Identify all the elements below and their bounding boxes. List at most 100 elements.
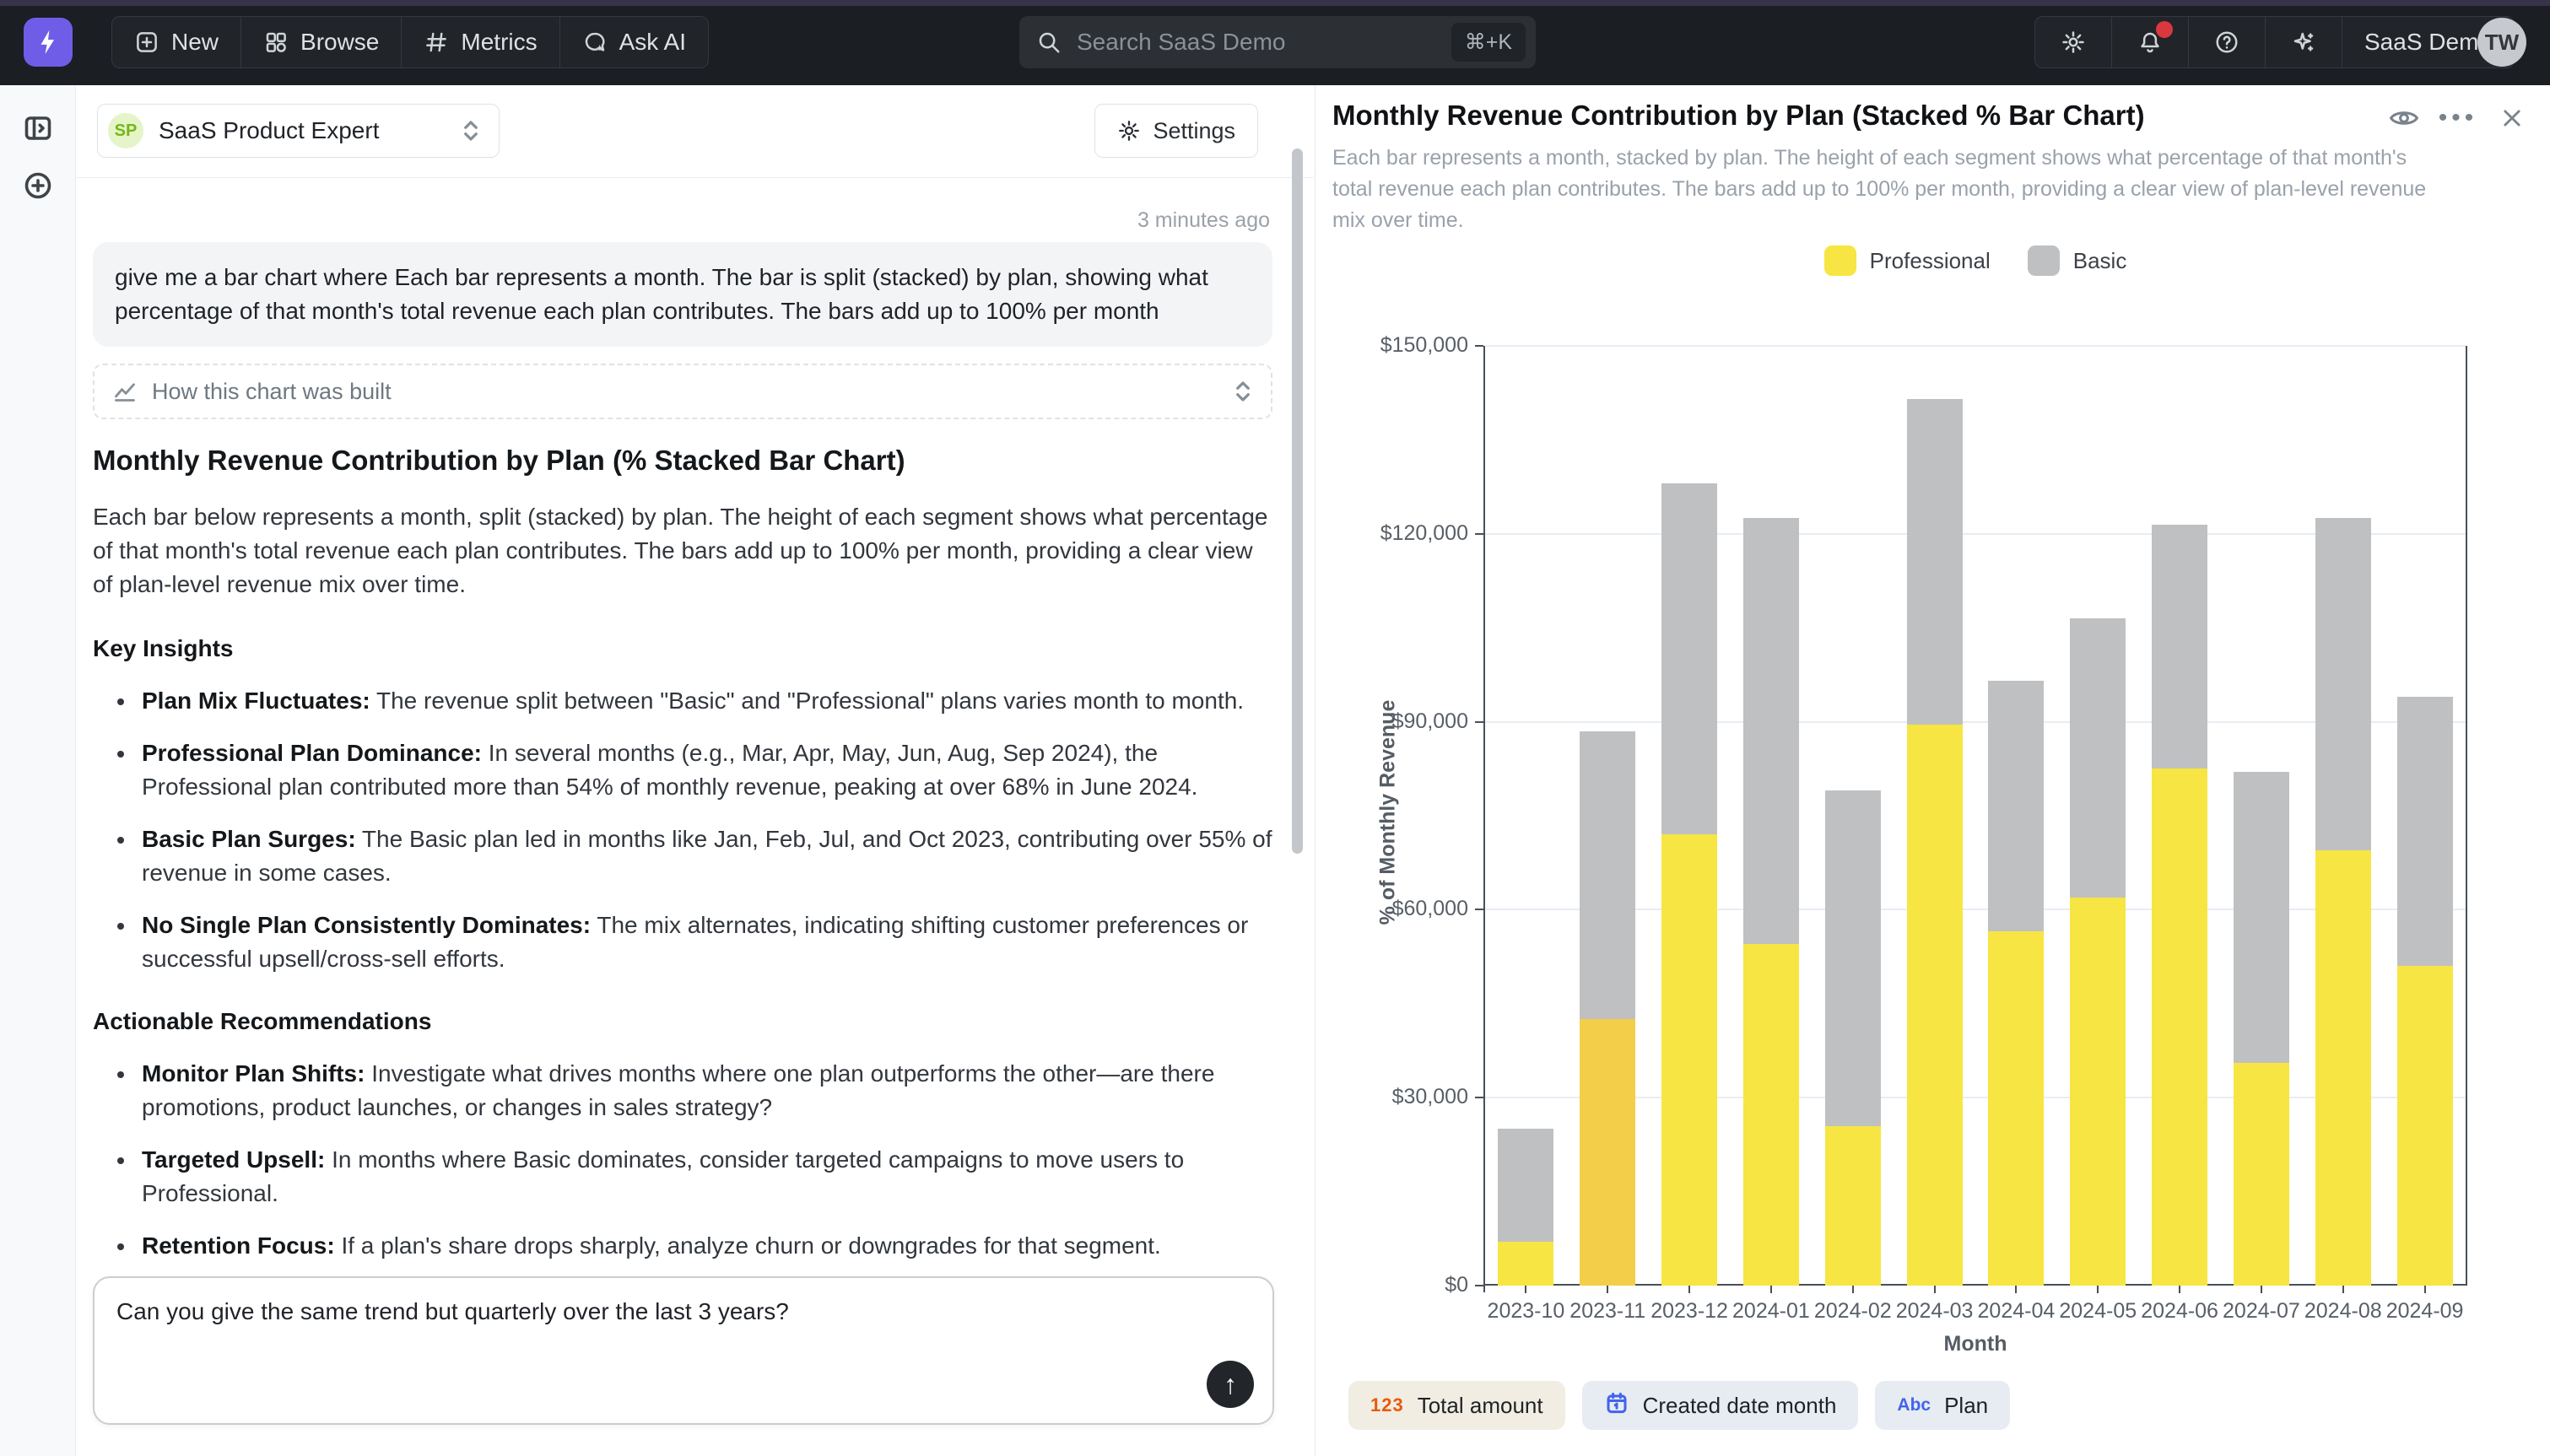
bar-2023-11-basic[interactable] <box>1580 731 1635 1020</box>
bar-2024-09-basic[interactable] <box>2397 697 2453 966</box>
y-axis-line <box>1483 346 1485 1292</box>
chat-input-value: Can you give the same trend but quarterl… <box>116 1295 1180 1329</box>
key-insights-heading: Key Insights <box>93 635 1274 662</box>
bar-2023-12-professional[interactable] <box>1661 834 1717 1286</box>
plus-square-icon <box>134 30 159 55</box>
chart-title: Monthly Revenue Contribution by Plan (St… <box>1332 100 2379 132</box>
y-tick-label: $150,000 <box>1333 333 1468 358</box>
bar-2024-08-basic[interactable] <box>2315 518 2371 850</box>
nav-item-label: Metrics <box>461 29 537 56</box>
bar-2024-07-professional[interactable] <box>2234 1063 2289 1286</box>
brand-logo[interactable] <box>24 18 73 67</box>
help-button[interactable] <box>2188 17 2265 67</box>
bar-2024-06-basic[interactable] <box>2152 525 2207 769</box>
right-axis-line <box>2466 346 2467 1286</box>
y-tick <box>1475 1097 1483 1098</box>
bar-2023-10-basic[interactable] <box>1498 1129 1553 1242</box>
view-button[interactable] <box>2388 104 2420 132</box>
bar-2024-01-basic[interactable] <box>1743 518 1799 944</box>
number-icon: 123 <box>1370 1394 1404 1416</box>
user-message: give me a bar chart where Each bar repre… <box>93 242 1272 347</box>
user-avatar[interactable]: TW <box>2477 18 2526 67</box>
x-axis-title: Month <box>1485 1332 2466 1356</box>
legend-item-professional[interactable]: Professional <box>1824 245 1991 276</box>
nav-item-ask-ai[interactable]: Ask AI <box>559 17 708 67</box>
nav-item-label: Ask AI <box>619 29 686 56</box>
arrow-up-icon: ↑ <box>1224 1369 1237 1400</box>
bar-2024-04-professional[interactable] <box>1988 931 2044 1286</box>
key-insight-item: Professional Plan Dominance: In several … <box>137 736 1274 804</box>
key-insight-item: Plan Mix Fluctuates: The revenue split b… <box>137 684 1274 718</box>
chat-sparkle-icon <box>582 30 608 55</box>
app-root: New Browse Metrics Ask AI Search SaaS Demo … <box>0 0 2550 1456</box>
y-tick <box>1475 721 1483 723</box>
chat-input[interactable]: Can you give the same trend but quarterl… <box>93 1276 1274 1425</box>
x-tick <box>2179 1286 2180 1293</box>
nav-item-metrics[interactable]: Metrics <box>401 17 559 67</box>
collapse-sidebar-icon <box>23 113 53 143</box>
chart-panel: Monthly Revenue Contribution by Plan (St… <box>1315 85 2550 1456</box>
agent-avatar: SP <box>108 113 143 148</box>
collapse-sidebar-button[interactable] <box>19 109 57 148</box>
primary-nav: New Browse Metrics Ask AI <box>111 16 709 68</box>
notification-dot <box>2156 21 2173 38</box>
key-insight-item: Basic Plan Surges: The Basic plan led in… <box>137 822 1274 890</box>
chart-panel-actions: ••• <box>2388 104 2528 132</box>
tag-plan[interactable]: AbcPlan <box>1875 1381 2010 1430</box>
more-menu-button[interactable]: ••• <box>2442 104 2474 132</box>
bar-2024-02-professional[interactable] <box>1825 1126 1881 1286</box>
y-tick-label: $0 <box>1333 1273 1468 1297</box>
tag-label: Total amount <box>1418 1393 1543 1419</box>
response-intro: Each bar below represents a month, split… <box>93 500 1274 601</box>
send-button[interactable]: ↑ <box>1207 1361 1254 1408</box>
y-tick-label: $30,000 <box>1333 1085 1468 1109</box>
global-search-input[interactable]: Search SaaS Demo ⌘+K <box>1019 16 1536 68</box>
bar-2024-08-professional[interactable] <box>2315 850 2371 1286</box>
bar-2024-05-basic[interactable] <box>2070 618 2126 897</box>
org-label: SaaS Demo <box>2364 29 2492 56</box>
new-thread-button[interactable] <box>19 166 57 205</box>
bar-2024-02-basic[interactable] <box>1825 790 1881 1125</box>
settings-button[interactable]: Settings <box>1094 104 1258 158</box>
ai-button[interactable] <box>2265 17 2342 67</box>
tag-label: Plan <box>1944 1393 1988 1419</box>
bar-2024-05-professional[interactable] <box>2070 898 2126 1286</box>
chart-plot-area: $0$30,000$60,000$90,000$120,000$150,0002… <box>1485 346 2466 1286</box>
tag-total-amount[interactable]: 123 Total amount <box>1348 1381 1565 1430</box>
search-placeholder: Search SaaS Demo <box>1077 29 1451 56</box>
chat-scrollbar[interactable] <box>1292 148 1303 854</box>
bar-2024-04-basic[interactable] <box>1988 681 2044 931</box>
agent-selector[interactable]: SP SaaS Product Expert <box>97 104 500 158</box>
how-chart-was-built-toggle[interactable]: How this chart was built <box>93 364 1272 419</box>
bar-2024-03-professional[interactable] <box>1907 725 1963 1286</box>
x-tick <box>2342 1286 2344 1293</box>
nav-item-label: New <box>171 29 219 56</box>
chevron-updown-icon <box>462 118 480 143</box>
recommendations-list: Monitor Plan Shifts: Investigate what dr… <box>137 1057 1274 1263</box>
x-tick-label: 2024-09 <box>2366 1299 2484 1324</box>
x-tick <box>1770 1286 1772 1293</box>
bar-2023-10-professional[interactable] <box>1498 1242 1553 1286</box>
bar-2024-03-basic[interactable] <box>1907 399 1963 725</box>
utility-nav: SaaS Demo <box>2034 16 2515 68</box>
legend-item-basic[interactable]: Basic <box>2028 245 2127 276</box>
bar-2023-11-professional[interactable] <box>1580 1019 1635 1286</box>
chart-legend: Professional Basic <box>1485 245 2466 276</box>
bar-2023-12-basic[interactable] <box>1661 483 1717 834</box>
bar-2024-06-professional[interactable] <box>2152 768 2207 1286</box>
nav-item-browse[interactable]: Browse <box>240 17 401 67</box>
y-axis-title: % of Monthly Revenue <box>1376 700 1401 925</box>
tag-created-date-month[interactable]: Created date month <box>1582 1381 1859 1430</box>
recommendation-item: Targeted Upsell: In months where Basic d… <box>137 1143 1274 1211</box>
legend-label: Basic <box>2073 248 2127 274</box>
notifications-button[interactable] <box>2111 17 2188 67</box>
settings-nav-button[interactable] <box>2035 17 2111 67</box>
gridline <box>1485 345 2466 347</box>
close-panel-button[interactable] <box>2496 104 2528 132</box>
bar-2024-09-professional[interactable] <box>2397 966 2453 1286</box>
legend-label: Professional <box>1870 248 1991 274</box>
nav-item-new[interactable]: New <box>112 17 240 67</box>
bar-2024-01-professional[interactable] <box>1743 944 1799 1286</box>
window-top-strip <box>0 0 2550 6</box>
bar-2024-07-basic[interactable] <box>2234 772 2289 1063</box>
